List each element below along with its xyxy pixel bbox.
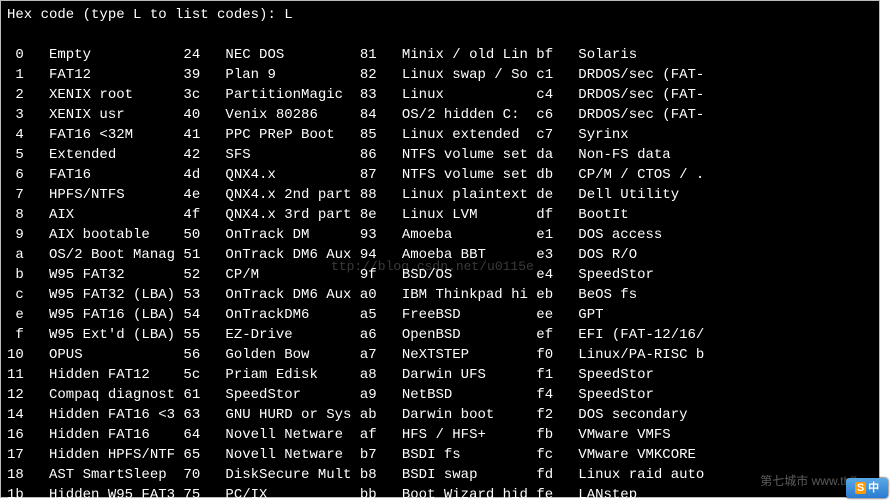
site-logo-icon: S中 <box>846 478 888 498</box>
terminal-window: Hex code (type L to list codes): L 0 Emp… <box>0 0 880 498</box>
terminal-output: Hex code (type L to list codes): L 0 Emp… <box>7 5 873 500</box>
